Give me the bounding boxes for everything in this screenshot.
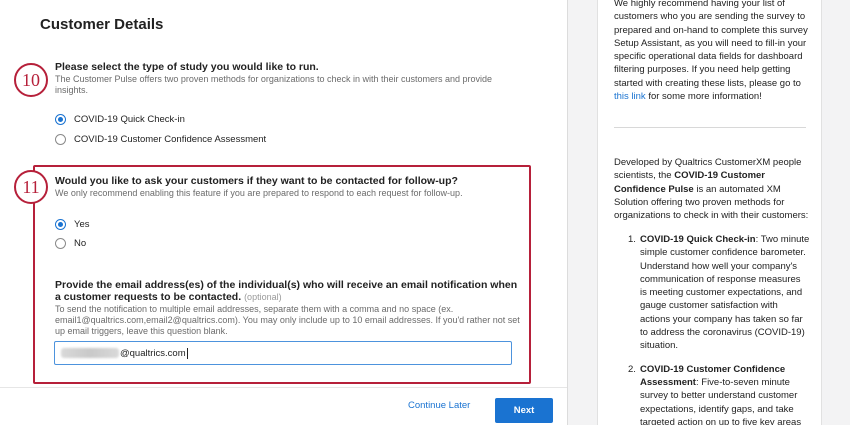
email-input[interactable]: @qualtrics.com: [54, 341, 512, 365]
page-title: Customer Details: [40, 16, 164, 33]
question-title: Provide the email address(es) of the ind…: [55, 279, 518, 303]
radio-no[interactable]: No: [55, 236, 86, 250]
radio-label: No: [74, 237, 87, 249]
radio-selected-icon[interactable]: [55, 218, 66, 230]
side-divider: [614, 127, 806, 128]
list-item: 1. COVID-19 Quick Check-in: Two minute si…: [628, 234, 810, 352]
info-side-panel: We highly recommend having your list of …: [597, 0, 822, 425]
question-description: The Customer Pulse offers two proven met…: [55, 74, 493, 95]
radio-confidence-assessment[interactable]: COVID-19 Customer Confidence Assessment: [55, 132, 266, 146]
question-title: Would you like to ask your customers if …: [55, 175, 458, 187]
radio-unselected-icon[interactable]: [55, 237, 66, 249]
side-method-list: 1. COVID-19 Quick Check-in: Two minute si…: [628, 233, 810, 425]
email-value: @qualtrics.com: [120, 347, 186, 359]
question-description: To send the notification to multiple ema…: [55, 304, 520, 336]
question-study-type: Please select the type of study you woul…: [55, 61, 515, 96]
footer-divider: [0, 387, 567, 388]
question-follow-up: Would you like to ask your customers if …: [55, 175, 515, 199]
radio-quick-check-in[interactable]: COVID-19 Quick Check-in: [55, 112, 185, 126]
text-caret: [186, 347, 188, 359]
radio-label: COVID-19 Quick Check-in: [74, 113, 185, 125]
question-title: Please select the type of study you woul…: [55, 61, 319, 73]
step-marker-10: 10: [14, 63, 48, 97]
redacted-text: [61, 348, 119, 358]
radio-unselected-icon[interactable]: [55, 133, 66, 145]
help-link[interactable]: this link: [614, 91, 646, 102]
main-panel: Customer Details 10 Please select the ty…: [0, 0, 568, 425]
optional-tag: (optional): [244, 292, 282, 302]
list-item: 2. COVID-19 Customer Confidence Assessmen…: [628, 363, 802, 425]
step-marker-11: 11: [14, 170, 48, 204]
radio-label: COVID-19 Customer Confidence Assessment: [74, 133, 267, 145]
continue-later-button[interactable]: Continue Later: [408, 400, 470, 411]
side-paragraph-setup: We highly recommend having your list of …: [614, 0, 808, 103]
radio-selected-icon[interactable]: [55, 113, 66, 125]
radio-yes[interactable]: Yes: [55, 217, 90, 231]
side-paragraph-pulse: Developed by Qualtrics CustomerXM people…: [614, 157, 809, 222]
radio-label: Yes: [74, 218, 90, 230]
question-email-notification: Provide the email address(es) of the ind…: [55, 279, 525, 337]
question-description: We only recommend enabling this feature …: [55, 188, 463, 198]
next-button[interactable]: Next: [495, 398, 553, 423]
